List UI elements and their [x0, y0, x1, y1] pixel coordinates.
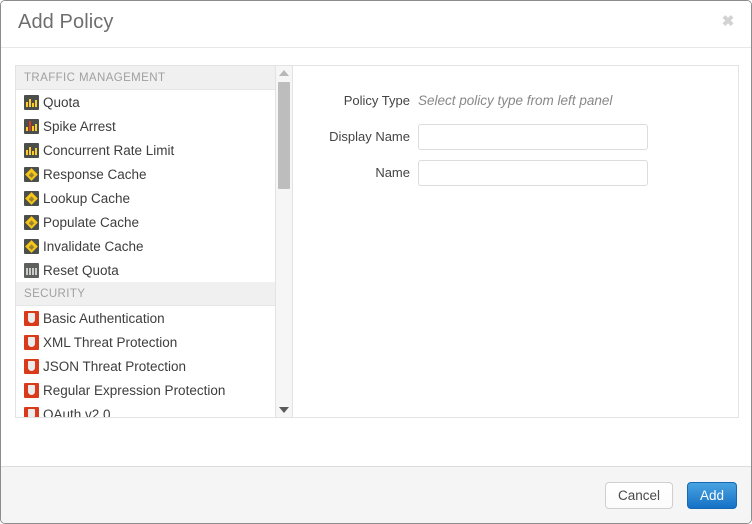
scrollbar-thumb[interactable] — [278, 82, 290, 189]
policy-item-label: Populate Cache — [43, 215, 139, 230]
name-row: Name — [293, 160, 738, 186]
bar-chart-icon — [24, 95, 39, 110]
policy-item-label: Lookup Cache — [43, 191, 130, 206]
cancel-button[interactable]: Cancel — [605, 482, 673, 509]
shield-icon — [24, 383, 39, 398]
dialog-header: Add Policy ✖ — [1, 1, 751, 48]
policy-item-label: Regular Expression Protection — [43, 383, 225, 398]
policy-item-label: OAuth v2.0 — [43, 407, 111, 418]
policy-item-label: Quota — [43, 95, 80, 110]
scroll-up-arrow[interactable] — [276, 66, 292, 80]
display-name-label: Display Name — [293, 124, 410, 150]
policy-item-label: XML Threat Protection — [43, 335, 177, 350]
diamond-cache-icon — [24, 215, 39, 230]
shield-icon — [24, 335, 39, 350]
section-header-traffic-management: TRAFFIC MANAGEMENT — [16, 66, 276, 90]
policy-list-item[interactable]: JSON Threat Protection — [16, 354, 276, 378]
policy-item-label: Invalidate Cache — [43, 239, 144, 254]
section-header-security: SECURITY — [16, 282, 276, 306]
policy-item-label: Concurrent Rate Limit — [43, 143, 174, 158]
policy-type-list[interactable]: TRAFFIC MANAGEMENT Quota Spike Arrest Concu… — [16, 66, 276, 417]
policy-list-item[interactable]: Populate Cache — [16, 210, 276, 234]
display-name-input[interactable] — [418, 124, 648, 150]
name-label: Name — [293, 160, 410, 186]
policy-list-item[interactable]: OAuth v2.0 — [16, 402, 276, 417]
policy-list-item[interactable]: Quota — [16, 90, 276, 114]
policy-list-item[interactable]: Reset Quota — [16, 258, 276, 282]
bar-chart-gray-icon — [24, 263, 39, 278]
policy-item-label: Basic Authentication — [43, 311, 165, 326]
bar-chart-icon — [24, 143, 39, 158]
policy-list-item[interactable]: Basic Authentication — [16, 306, 276, 330]
policy-type-list-panel: TRAFFIC MANAGEMENT Quota Spike Arrest Concu… — [15, 65, 292, 418]
policy-list-item[interactable]: Regular Expression Protection — [16, 378, 276, 402]
shield-icon — [24, 407, 39, 418]
shield-icon — [24, 359, 39, 374]
policy-list-item[interactable]: Concurrent Rate Limit — [16, 138, 276, 162]
dialog-footer: Cancel Add — [1, 466, 751, 523]
scroll-down-arrow[interactable] — [276, 403, 292, 417]
shield-icon — [24, 311, 39, 326]
policy-type-value: Select policy type from left panel — [418, 88, 612, 114]
close-icon[interactable]: ✖ — [719, 13, 737, 31]
name-input[interactable] — [418, 160, 648, 186]
dialog-title: Add Policy — [18, 11, 114, 34]
policy-list-item[interactable]: Response Cache — [16, 162, 276, 186]
policy-list-item[interactable]: XML Threat Protection — [16, 330, 276, 354]
diamond-cache-icon — [24, 191, 39, 206]
policy-type-row: Policy Type Select policy type from left… — [293, 88, 738, 114]
policy-item-label: Response Cache — [43, 167, 147, 182]
diamond-cache-icon — [24, 239, 39, 254]
policy-list-item[interactable]: Invalidate Cache — [16, 234, 276, 258]
dialog-body: TRAFFIC MANAGEMENT Quota Spike Arrest Concu… — [1, 48, 751, 466]
display-name-row: Display Name — [293, 124, 738, 150]
policy-list-item[interactable]: Lookup Cache — [16, 186, 276, 210]
policy-item-label: Reset Quota — [43, 263, 119, 278]
policy-type-label: Policy Type — [293, 88, 410, 114]
policy-form-panel: Policy Type Select policy type from left… — [292, 65, 739, 418]
policy-list-item[interactable]: Spike Arrest — [16, 114, 276, 138]
bar-chart-spike-icon — [24, 119, 39, 134]
policy-item-label: Spike Arrest — [43, 119, 116, 134]
add-button[interactable]: Add — [687, 482, 737, 509]
diamond-cache-icon — [24, 167, 39, 182]
add-policy-dialog: Add Policy ✖ TRAFFIC MANAGEMENT Quota Spik… — [0, 0, 752, 524]
policy-item-label: JSON Threat Protection — [43, 359, 186, 374]
policy-list-scrollbar[interactable] — [275, 66, 292, 417]
